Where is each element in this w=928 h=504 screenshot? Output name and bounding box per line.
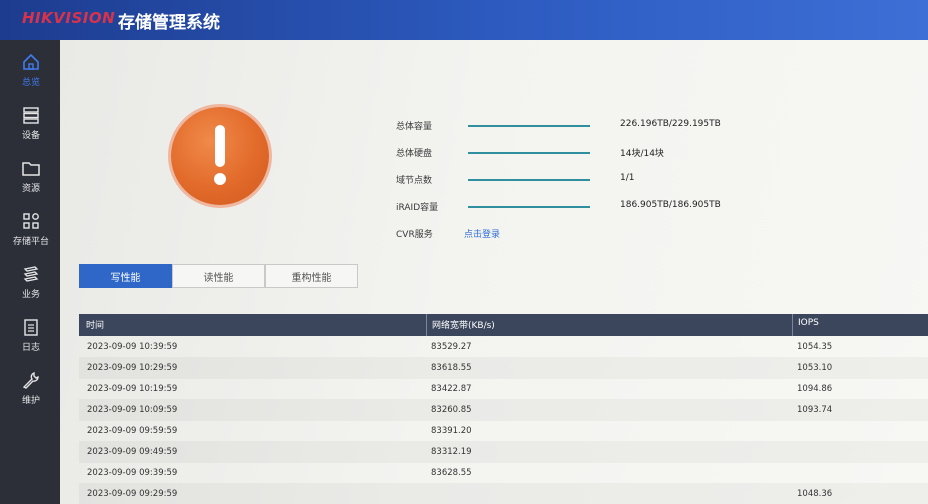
cell-time: 2023-09-09 09:59:59: [87, 426, 178, 436]
main-content: 总体容量 226.196TB/229.195TB 总体硬盘 14块/14块 域节…: [60, 40, 928, 504]
table-row[interactable]: 2023-09-09 10:19:59 83422.87 1094.86: [79, 378, 928, 400]
cell-time: 2023-09-09 09:39:59: [87, 468, 178, 478]
grid-icon: [23, 213, 39, 229]
stat-value: 1/1: [620, 173, 635, 183]
table-row[interactable]: 2023-09-09 10:39:59 83529.27 1054.35: [79, 336, 928, 358]
home-icon: [23, 53, 39, 70]
cell-iops: 1054.35: [797, 342, 833, 352]
column-divider: [426, 314, 427, 336]
top-header: HIKVISION 存储管理系统: [0, 0, 928, 40]
wrench-icon: [22, 372, 39, 389]
cell-bandwidth: 83422.87: [431, 384, 472, 394]
layers-icon: [23, 266, 39, 282]
stat-value: 226.196TB/229.195TB: [620, 119, 721, 129]
sidebar-item-maintenance[interactable]: 维护: [0, 364, 62, 416]
table-row[interactable]: 2023-09-09 10:29:59 83618.55 1053.10: [79, 357, 928, 379]
stat-divider: [468, 152, 590, 154]
column-divider: [792, 314, 793, 336]
column-header-iops: IOPS: [798, 318, 819, 328]
stat-value: 186.905TB/186.905TB: [620, 200, 721, 210]
server-icon: [23, 107, 39, 124]
sidebar-item-label: 存储平台: [12, 237, 49, 247]
brand-logo: HIKVISION: [22, 9, 116, 27]
cell-bandwidth: 83312.19: [431, 447, 472, 457]
cell-iops: 1094.86: [797, 384, 833, 394]
cell-bandwidth: 83260.85: [431, 405, 472, 415]
cell-time: 2023-09-09 09:49:59: [87, 447, 178, 457]
stat-label: 总体容量: [396, 122, 433, 132]
table-row[interactable]: 2023-09-09 09:29:59 1048.36: [79, 483, 928, 504]
stat-cvr-service: CVR服务 点击登录: [396, 227, 756, 243]
cell-bandwidth: 83391.20: [431, 426, 472, 436]
stat-divider: [468, 179, 590, 181]
cell-iops: 1048.36: [797, 489, 833, 499]
cell-bandwidth: 83628.55: [431, 468, 472, 478]
folder-icon: [22, 162, 40, 176]
sidebar-item-devices[interactable]: 设备: [0, 99, 62, 151]
sidebar-item-storage-platform[interactable]: 存储平台: [0, 205, 62, 257]
stat-domain-nodes: 域节点数 1/1: [396, 173, 756, 189]
sidebar-item-label: 总览: [21, 78, 40, 88]
stat-divider: [468, 125, 590, 127]
stat-total-disks: 总体硬盘 14块/14块: [396, 146, 756, 162]
column-header-bandwidth: 网络宽带(KB/s): [432, 321, 495, 331]
cell-time: 2023-09-09 10:39:59: [87, 342, 178, 352]
cell-iops: 1093.74: [797, 405, 833, 415]
sidebar: 总览 设备 资源 存储平台 业务 日志 维护: [0, 40, 60, 504]
stat-label: iRAID容量: [396, 203, 439, 213]
sidebar-item-label: 维护: [21, 396, 40, 406]
warning-icon: [171, 107, 269, 205]
stat-label: 域节点数: [396, 176, 433, 186]
tab-rebuild-performance[interactable]: 重构性能: [265, 264, 358, 288]
cell-time: 2023-09-09 10:09:59: [87, 405, 178, 415]
table-row[interactable]: 2023-09-09 09:59:59 83391.20: [79, 420, 928, 442]
sidebar-item-resources[interactable]: 资源: [0, 152, 62, 204]
cell-time: 2023-09-09 10:29:59: [87, 363, 178, 373]
app-title: 存储管理系统: [118, 13, 220, 33]
stat-label: CVR服务: [396, 230, 433, 240]
table-row[interactable]: 2023-09-09 10:09:59 83260.85 1093.74: [79, 399, 928, 421]
sidebar-item-business[interactable]: 业务: [0, 258, 62, 310]
sidebar-item-logs[interactable]: 日志: [0, 311, 62, 363]
stat-divider: [468, 206, 590, 208]
column-header-time: 时间: [86, 321, 105, 331]
sidebar-item-label: 业务: [21, 290, 40, 300]
stat-label: 总体硬盘: [396, 149, 433, 159]
stat-value: 14块/14块: [620, 149, 664, 159]
clipboard-icon: [24, 319, 38, 336]
tab-read-performance[interactable]: 读性能: [172, 264, 265, 288]
table-row[interactable]: 2023-09-09 09:49:59 83312.19: [79, 441, 928, 463]
cvr-login-link[interactable]: 点击登录: [464, 227, 500, 240]
tab-write-performance[interactable]: 写性能: [79, 264, 172, 288]
stat-total-capacity: 总体容量 226.196TB/229.195TB: [396, 119, 756, 135]
table-header: 时间 网络宽带(KB/s) IOPS: [79, 314, 928, 336]
stat-iraid-capacity: iRAID容量 186.905TB/186.905TB: [396, 200, 756, 216]
cell-bandwidth: 83529.27: [431, 342, 472, 352]
performance-tabs: 写性能 读性能 重构性能: [79, 264, 358, 288]
sidebar-item-label: 设备: [21, 131, 40, 141]
sidebar-item-label: 日志: [21, 343, 40, 353]
cell-time: 2023-09-09 09:29:59: [87, 489, 178, 499]
sidebar-item-label: 资源: [21, 184, 40, 194]
table-row[interactable]: 2023-09-09 09:39:59 83628.55: [79, 462, 928, 484]
cell-time: 2023-09-09 10:19:59: [87, 384, 178, 394]
sidebar-item-overview[interactable]: 总览: [0, 46, 62, 98]
cell-iops: 1053.10: [797, 363, 833, 373]
performance-table: 时间 网络宽带(KB/s) IOPS 2023-09-09 10:39:59 8…: [79, 314, 928, 504]
cell-bandwidth: 83618.55: [431, 363, 472, 373]
